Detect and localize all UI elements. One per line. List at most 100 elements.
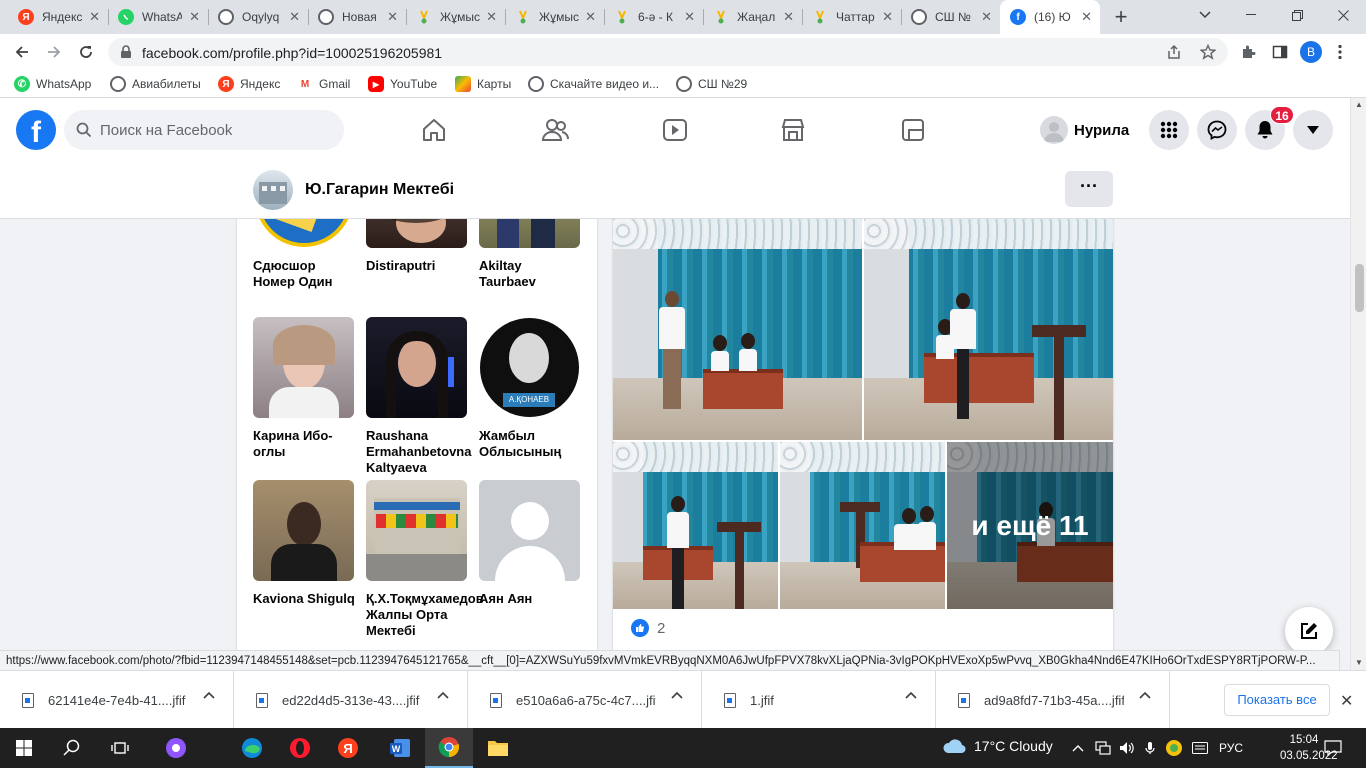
friend-name[interactable]: Қ.Х.Тоқмұхамедов Жалпы Орта Мектебі xyxy=(366,591,484,639)
messenger-button[interactable] xyxy=(1197,110,1237,150)
menu-grid-button[interactable] xyxy=(1149,110,1189,150)
post-photo[interactable] xyxy=(613,219,862,440)
facebook-logo[interactable]: f xyxy=(16,110,56,150)
search-input[interactable]: Поиск на Facebook xyxy=(64,110,344,150)
weather-widget[interactable]: 17°C Cloudy xyxy=(942,738,1053,754)
download-item[interactable]: 1.jfif xyxy=(702,671,936,729)
keyboard-icon[interactable] xyxy=(1192,728,1208,768)
more-photos-tile[interactable]: и ещё 11 xyxy=(947,442,1113,609)
bookmark-star-icon[interactable] xyxy=(1200,44,1216,60)
action-center-icon[interactable] xyxy=(1324,728,1342,768)
scroll-up-icon[interactable]: ▲ xyxy=(1355,100,1363,109)
windows-start-icon[interactable] xyxy=(0,728,48,768)
bookmark-maps[interactable]: Карты xyxy=(455,76,511,92)
more-photos-label[interactable]: и ещё 11 xyxy=(947,442,1113,609)
app-tray-icon[interactable] xyxy=(1165,728,1183,768)
page-avatar[interactable] xyxy=(253,170,293,210)
close-icon[interactable]: ✕ xyxy=(684,9,695,25)
chevron-up-icon[interactable] xyxy=(905,691,917,699)
friend-tile[interactable]: Distiraputri xyxy=(366,219,468,274)
download-item[interactable]: ad9a8fd7-71b3-45a....jfif xyxy=(936,671,1170,729)
tab-search-chevron-icon[interactable] xyxy=(1182,0,1228,30)
reactions-summary[interactable]: 2 xyxy=(631,619,665,637)
forward-button[interactable] xyxy=(40,38,68,66)
user-profile-chip[interactable]: Нурила xyxy=(1040,112,1129,148)
close-icon[interactable]: ✕ xyxy=(387,9,398,25)
taskbar-search-icon[interactable] xyxy=(48,728,96,768)
bookmark-school[interactable]: СШ №29 xyxy=(676,76,747,92)
close-window-button[interactable] xyxy=(1320,0,1366,30)
friend-tile[interactable]: Қ.Х.Тоқмұхамедов Жалпы Орта Мектебі xyxy=(366,480,484,639)
bookmark-avia[interactable]: Авиабилеты xyxy=(110,76,201,92)
chevron-up-icon[interactable] xyxy=(437,691,449,699)
close-icon[interactable]: ✕ xyxy=(486,9,497,25)
alice-assistant-icon[interactable] xyxy=(152,728,200,768)
file-explorer-icon[interactable] xyxy=(474,728,522,768)
chevron-up-icon[interactable] xyxy=(671,691,683,699)
download-item[interactable]: ed22d4d5-313e-43....jfif xyxy=(234,671,468,729)
yandex-browser-icon[interactable]: Я xyxy=(324,728,372,768)
friend-photo[interactable] xyxy=(479,480,580,581)
groups-gaming-icon[interactable] xyxy=(893,112,933,148)
tab-oqylyq[interactable]: Oqylyq ✕ xyxy=(208,0,308,34)
close-icon[interactable]: ✕ xyxy=(189,9,200,25)
chevron-up-icon[interactable] xyxy=(203,691,215,699)
share-icon[interactable] xyxy=(1166,44,1182,60)
friend-name[interactable]: Аян Аян xyxy=(479,591,581,607)
address-bar[interactable]: facebook.com/profile.php?id=100025196205… xyxy=(108,38,1228,66)
bookmark-gmail[interactable]: M Gmail xyxy=(297,76,350,92)
tab-kundelik-3[interactable]: 6-ә - К ✕ xyxy=(604,0,703,34)
lock-icon[interactable] xyxy=(120,45,132,59)
new-tab-button[interactable]: + xyxy=(1108,4,1134,30)
friend-name[interactable]: Distiraputri xyxy=(366,258,468,274)
download-item[interactable]: 62141e4e-7e4b-41....jfif xyxy=(0,671,234,729)
marketplace-icon[interactable] xyxy=(773,112,813,148)
download-item[interactable]: e510a6a6-a75c-4c7....jfif xyxy=(468,671,702,729)
restore-button[interactable] xyxy=(1274,0,1320,30)
bookmark-yandex[interactable]: Я Яндекс xyxy=(218,76,280,92)
friend-tile[interactable]: Аян Аян xyxy=(479,480,581,607)
friend-photo[interactable] xyxy=(366,219,467,248)
show-hidden-icons[interactable] xyxy=(1072,728,1084,768)
page-scrollbar[interactable]: ▲ ▼ xyxy=(1350,98,1366,670)
friend-tile[interactable]: Raushana Ermahanbetovna Kaltyaeva xyxy=(366,317,471,476)
watch-icon[interactable] xyxy=(655,112,695,148)
scrollbar-thumb[interactable] xyxy=(1355,264,1364,312)
edge-browser-icon[interactable] xyxy=(228,728,276,768)
friend-tile[interactable]: Kaviona Shigulq xyxy=(253,480,355,607)
friend-tile[interactable]: Akiltay Taurbaev xyxy=(479,219,581,290)
side-panel-icon[interactable] xyxy=(1272,44,1288,60)
friend-name[interactable]: Жамбыл Облысының xyxy=(479,428,581,460)
back-button[interactable] xyxy=(8,38,36,66)
language-indicator[interactable]: РУС xyxy=(1219,728,1243,768)
friend-name[interactable]: Raushana Ermahanbetovna Kaltyaeva xyxy=(366,428,471,476)
menu-dots-icon[interactable] xyxy=(1338,44,1342,60)
friend-name[interactable]: Kaviona Shigulq xyxy=(253,591,355,607)
tab-facebook-active[interactable]: f (16) Ю ✕ xyxy=(1000,0,1100,34)
close-downloads-icon[interactable]: ✕ xyxy=(1340,691,1353,711)
tab-whatsapp[interactable]: WhatsApp ✕ xyxy=(108,0,208,34)
friend-tile[interactable]: Карина Ибо-оглы xyxy=(253,317,355,460)
minimize-button[interactable] xyxy=(1228,0,1274,30)
new-message-button[interactable] xyxy=(1285,607,1333,655)
post-photo[interactable] xyxy=(864,219,1113,440)
friend-photo[interactable] xyxy=(253,317,354,418)
tab-yandex[interactable]: Я Яндекс ✕ xyxy=(8,0,108,34)
extensions-icon[interactable] xyxy=(1240,44,1256,60)
friend-photo[interactable] xyxy=(366,317,467,418)
close-icon[interactable]: ✕ xyxy=(289,9,300,25)
bookmark-whatsapp[interactable]: ✆ WhatsApp xyxy=(14,76,91,92)
scroll-down-icon[interactable]: ▼ xyxy=(1355,658,1363,667)
close-icon[interactable]: ✕ xyxy=(882,9,893,25)
friend-photo[interactable] xyxy=(253,480,354,581)
friend-photo[interactable] xyxy=(253,219,354,248)
task-view-icon[interactable] xyxy=(96,728,144,768)
tab-new[interactable]: Новая ✕ xyxy=(308,0,406,34)
chevron-up-icon[interactable] xyxy=(1139,691,1151,699)
tab-kundelik-1[interactable]: Жұмыс ✕ xyxy=(406,0,505,34)
page-title[interactable]: Ю.Гагарин Мектебі xyxy=(305,181,454,199)
close-icon[interactable]: ✕ xyxy=(89,9,100,25)
friend-name[interactable]: Akiltay Taurbaev xyxy=(479,258,581,290)
close-icon[interactable]: ✕ xyxy=(585,9,596,25)
microphone-icon[interactable] xyxy=(1145,728,1155,768)
